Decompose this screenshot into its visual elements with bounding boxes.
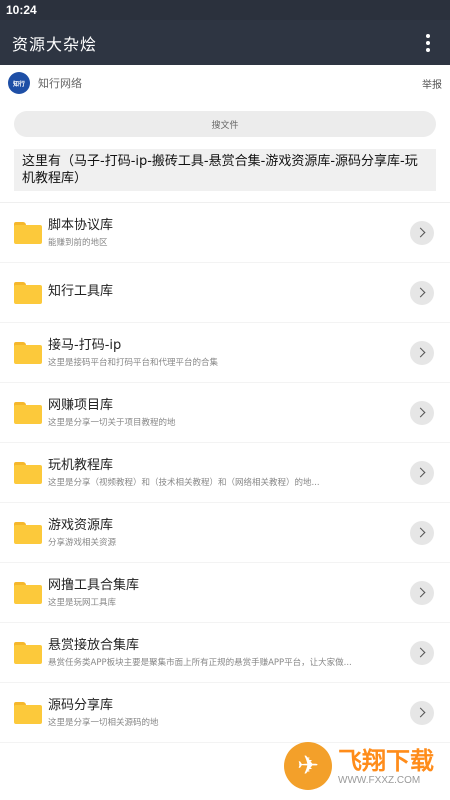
item-desc: 悬赏任务类APP板块主要是聚集市面上所有正规的悬赏手赚APP平台，让大家做... [48,657,352,668]
chevron-right-icon[interactable] [410,520,434,545]
watermark-url: WWW.FXXZ.COM [338,774,421,786]
item-desc: 这里是分享一切关于项目教程的地 [48,417,176,428]
notice-text: 这里有（马子-打码-ip-搬砖工具-悬赏合集-游戏资源库-源码分享库-玩机教程库… [14,149,436,191]
source-logo[interactable]: 知行 [8,72,30,94]
folder-icon [14,701,42,724]
source-name[interactable]: 知行网络 [38,75,82,91]
watermark-logo-icon: ✈ [284,742,332,790]
status-bar: 10:24 [0,0,450,20]
list-item[interactable]: 悬赏接放合集库 悬赏任务类APP板块主要是聚集市面上所有正规的悬赏手赚APP平台… [0,623,450,683]
search-input[interactable]: 搜文件 [14,111,436,137]
chevron-right-icon[interactable] [410,700,434,725]
folder-icon [14,401,42,424]
list-item[interactable]: 接马-打码-ip 这里是接码平台和打码平台和代理平台的合集 [0,323,450,383]
watermark-text: 飞翔下载 [338,746,434,775]
chevron-right-icon[interactable] [410,460,434,485]
more-vert-icon[interactable] [418,28,438,58]
folder-icon [14,581,42,604]
item-title: 游戏资源库 [48,517,114,533]
item-desc: 分享游戏相关资源 [48,537,117,548]
item-title: 接马-打码-ip [48,337,122,353]
list-item[interactable]: 知行工具库 [0,263,450,323]
chevron-right-icon[interactable] [410,340,434,365]
item-desc: 这里是分享（视频教程）和（技术相关教程）和（网络相关教程）的地... [48,477,320,488]
item-desc: 这里是分享一切相关源码的地 [48,717,159,728]
chevron-right-icon[interactable] [410,400,434,425]
divider [0,191,450,203]
folder-icon [14,521,42,544]
chevron-right-icon[interactable] [410,280,434,305]
list-item[interactable]: 网赚项目库 这里是分享一切关于项目教程的地 [0,383,450,443]
app-bar: 资源大杂烩 [0,20,450,65]
item-title: 悬赏接放合集库 [48,637,140,653]
folder-icon [14,641,42,664]
watermark: ✈ 飞翔下载 WWW.FXXZ.COM [284,738,444,794]
item-desc: 这里是玩网工具库 [48,597,117,608]
folder-icon [14,461,42,484]
list-item[interactable]: 源码分享库 这里是分享一切相关源码的地 [0,683,450,743]
item-title: 网撸工具合集库 [48,577,140,593]
folder-icon [14,341,42,364]
list-item[interactable]: 网撸工具合集库 这里是玩网工具库 [0,563,450,623]
item-desc: 能赚到前的地区 [48,237,108,248]
item-title: 网赚项目库 [48,397,114,413]
source-bar: 知行 知行网络 举报 [0,65,450,101]
search-placeholder: 搜文件 [211,120,239,131]
chevron-right-icon[interactable] [410,640,434,665]
report-link[interactable]: 举报 [422,76,442,91]
list-item[interactable]: 脚本协议库 能赚到前的地区 [0,203,450,263]
chevron-right-icon[interactable] [410,580,434,605]
folder-icon [14,221,42,244]
item-title: 脚本协议库 [48,217,114,233]
chevron-right-icon[interactable] [410,220,434,245]
item-title: 玩机教程库 [48,457,114,473]
item-title: 知行工具库 [48,283,114,299]
item-title: 源码分享库 [48,697,114,713]
folder-icon [14,281,42,304]
status-time: 10:24 [6,3,37,17]
list-item[interactable]: 玩机教程库 这里是分享（视频教程）和（技术相关教程）和（网络相关教程）的地... [0,443,450,503]
main-content: 知行 知行网络 举报 搜文件 这里有（马子-打码-ip-搬砖工具-悬赏合集-游戏… [0,65,450,800]
item-desc: 这里是接码平台和打码平台和代理平台的合集 [48,357,219,368]
list-item[interactable]: 游戏资源库 分享游戏相关资源 [0,503,450,563]
page-title: 资源大杂烩 [12,34,98,54]
folder-list: 脚本协议库 能赚到前的地区 知行工具库 接马-打码-ip 这里是接码平台和打码平… [0,203,450,743]
